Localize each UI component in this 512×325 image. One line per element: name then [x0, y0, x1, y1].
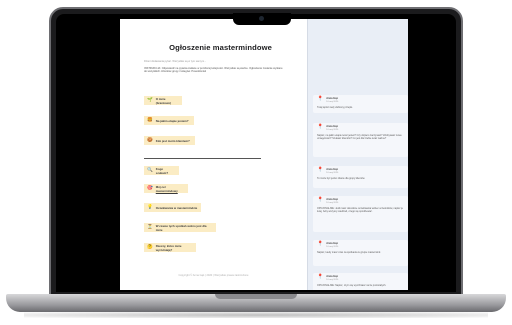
section-label: Rzeczy, które mnie wyróżniają? — [155, 243, 182, 252]
comment-text: To może być jedno zdanie dla grupy klien… — [317, 176, 365, 180]
pin-icon: 📍 — [317, 124, 324, 130]
section-o-mnie[interactable]: 🌱 O mnie (branżowo) — [144, 96, 182, 105]
section-label: O mnie (branżowo) — [155, 96, 172, 105]
section-czas[interactable]: ⏳ W czasie tych spotkań wolno jest dla m… — [144, 223, 216, 232]
comment-text: Napisz, kiedy masz czas na spotkania w g… — [317, 250, 381, 254]
comment-card[interactable]: 📍 Anna Gąś 10 maj 2020 Napisz, kiedy mas… — [313, 240, 408, 266]
page-title: Ogłoszenie mastermindowe — [169, 43, 272, 52]
pin-icon: 📍 — [317, 274, 324, 280]
section-divider — [144, 158, 261, 159]
comment-date: 10 maj 2020 — [326, 171, 339, 174]
comment-text: OPCJONALNIE: Jeśli masz określone oczeki… — [317, 206, 403, 213]
comment-date: 10 maj 2020 — [326, 278, 339, 281]
laptop-opening-groove — [215, 294, 297, 299]
pin-icon: 📍 — [317, 197, 324, 203]
comment-card[interactable]: 📍 Anna Gąś 10 maj 2020 Tutaj wpisz swój … — [313, 95, 408, 113]
comment-card[interactable]: 📍 Anna Gąś 10 maj 2020 OPCJONALNIE: Jeśl… — [313, 196, 408, 232]
section-label: Kim jest moim klientem? — [155, 138, 190, 143]
sprout-icon: 🌱 — [147, 97, 153, 103]
page-subtitle: Dzień dodawania pytań. Wszystkie są w ty… — [144, 60, 207, 63]
comment-date: 10 maj 2020 — [326, 201, 339, 204]
page-footer: Copyright © Anna Gąś | 2020 | Wszystkie … — [178, 274, 249, 277]
laptop-shadow — [24, 312, 488, 318]
webcam-icon — [259, 16, 264, 21]
mastermind-link[interactable]: mastermindowy — [156, 189, 178, 193]
section-oczekiwania[interactable]: 💡 Oczekiwania w mastermindzie — [144, 203, 201, 212]
section-klient[interactable]: 🍪 Kim jest moim klientem? — [144, 136, 195, 145]
comment-text: OPCJONALNIE: Napisz, czym się wyróżniasz… — [317, 283, 387, 287]
section-label: W czasie tych spotkań wolno jest dla mni… — [155, 223, 207, 232]
comments-panel: 📍 Anna Gąś 10 maj 2020 Tutaj wpisz swój … — [307, 19, 408, 290]
comment-text: Napisz, na jakim etapie teraz jesteś? Cz… — [317, 133, 402, 140]
instructions-text: INSTRUKCJA: Odpowiedz na pytania zadane … — [144, 67, 283, 74]
hourglass-icon: ⏳ — [147, 224, 153, 230]
comment-date: 10 maj 2020 — [326, 128, 339, 131]
pin-icon: 📍 — [317, 241, 324, 247]
comment-date: 10 maj 2020 — [326, 100, 339, 103]
comment-text: Tutaj wpisz swój ulubiony przepis. — [317, 105, 353, 109]
section-etap[interactable]: 🍔 Na jakim etapie jestem? — [144, 116, 194, 125]
target-icon: 🎯 — [147, 185, 153, 191]
pin-icon: 📍 — [317, 167, 324, 173]
section-wyrozniki[interactable]: 🤔 Rzeczy, które mnie wyróżniają? — [144, 243, 196, 252]
comment-card[interactable]: 📍 Anna Gąś 10 maj 2020 Napisz, na jakim … — [313, 123, 408, 157]
thinking-face-icon: 🤔 — [147, 244, 153, 250]
screen-content: Ogłoszenie mastermindowe Dzień dodawania… — [120, 19, 408, 290]
section-label: Oczekiwania w mastermindzie — [155, 205, 198, 210]
section-label: Na jakim etapie jestem? — [155, 118, 189, 123]
comment-card[interactable]: 📍 Anna Gąś 10 maj 2020 OPCJONALNIE: Napi… — [313, 273, 408, 290]
section-cel[interactable]: 🎯 Mój cel mastermindowy — [144, 184, 188, 193]
pin-icon: 📍 — [317, 96, 324, 102]
section-label: Kogo szukam? — [155, 166, 169, 175]
section-label: Mój cel mastermindowy — [155, 184, 178, 193]
burger-icon: 🍔 — [147, 117, 153, 123]
comment-card[interactable]: 📍 Anna Gąś 10 maj 2020 To może być jedno… — [313, 166, 408, 188]
magnifier-icon: 🔍 — [147, 167, 153, 173]
section-kogo-szukam[interactable]: 🔍 Kogo szukam? — [144, 166, 179, 175]
comment-date: 10 maj 2020 — [326, 245, 339, 248]
lightbulb-icon: 💡 — [147, 204, 153, 210]
cookie-icon: 🍪 — [147, 137, 153, 143]
laptop-mockup: Ogłoszenie mastermindowe Dzień dodawania… — [0, 0, 512, 325]
